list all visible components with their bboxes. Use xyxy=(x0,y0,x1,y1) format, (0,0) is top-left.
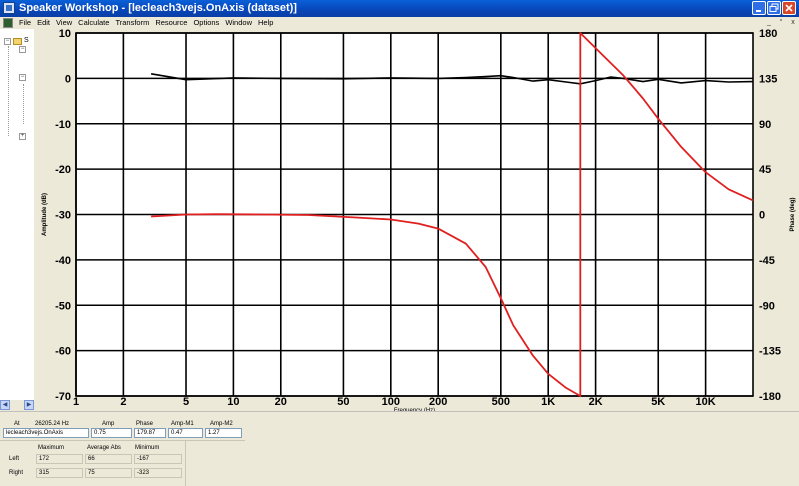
mdi-minimize-button[interactable]: _ xyxy=(764,18,774,27)
folder-icon xyxy=(13,38,22,45)
y-left-tick-label: 10 xyxy=(59,29,71,40)
menu-view[interactable]: View xyxy=(53,17,75,29)
col-average-abs: Average Abs xyxy=(87,445,121,451)
title-bar: Speaker Workshop - [lecleach3vejs.OnAxis… xyxy=(0,0,799,17)
y-right-tick-label: -135 xyxy=(759,346,781,358)
row-label-right: Right xyxy=(9,470,24,476)
left-average: 66 xyxy=(85,454,132,464)
y-right-tick-label: 180 xyxy=(759,29,777,40)
menu-edit[interactable]: Edit xyxy=(34,17,53,29)
phase-value: 179.87 xyxy=(134,428,166,438)
menu-calculate[interactable]: Calculate xyxy=(75,17,112,29)
restore-icon xyxy=(769,3,779,12)
y-left-tick-label: 0 xyxy=(65,73,71,85)
x-tick-label: 200 xyxy=(429,396,447,408)
y-left-tick-label: -60 xyxy=(55,346,71,358)
menu-window[interactable]: Window xyxy=(222,17,255,29)
minimize-icon xyxy=(756,10,761,12)
y-left-tick-label: -30 xyxy=(55,210,71,222)
right-average: 75 xyxy=(85,468,132,478)
close-icon xyxy=(785,4,793,12)
amp-value: 0.75 xyxy=(91,428,132,438)
y-right-tick-label: 0 xyxy=(759,210,765,222)
y-left-axis-label: Amplitude (dB) xyxy=(42,193,48,236)
y-right-tick-label: -180 xyxy=(759,391,781,403)
y-left-tick-label: -50 xyxy=(55,300,71,312)
y-right-axis-label: Phase (deg) xyxy=(790,197,796,231)
col-minimum: Minimum xyxy=(135,445,160,451)
tree-line xyxy=(8,46,9,136)
y-left-tick-label: -20 xyxy=(55,164,71,176)
menu-file[interactable]: File xyxy=(16,17,34,29)
x-tick-label: 10 xyxy=(227,396,239,408)
menu-transform[interactable]: Transform xyxy=(112,17,152,29)
scroll-right-icon[interactable]: ▶ xyxy=(24,400,34,410)
divider xyxy=(0,440,245,441)
document-icon[interactable] xyxy=(3,18,13,28)
right-minimum: -323 xyxy=(134,468,182,478)
menu-resource[interactable]: Resource xyxy=(152,17,190,29)
mdi-restore-button[interactable]: ° xyxy=(776,18,786,27)
y-right-tick-label: 45 xyxy=(759,164,771,176)
close-button[interactable] xyxy=(782,1,796,15)
tree-expander[interactable]: − xyxy=(19,74,26,81)
menu-help[interactable]: Help xyxy=(255,17,276,29)
chart-svg[interactable]: 1 2 5 10 20 50 100 200 500 1K 2K 5K 10K100-10-20-30-… xyxy=(36,29,799,412)
app-icon[interactable] xyxy=(3,2,15,14)
row-label-left: Left xyxy=(9,456,20,462)
amp-m2-value: 1.27 xyxy=(205,428,242,438)
x-tick-label: 10K xyxy=(696,396,716,408)
frequency-response-chart[interactable]: 1 2 5 10 20 50 100 200 500 1K 2K 5K 10K 10 0 -10 -20 -30-… xyxy=(36,29,799,412)
menu-bar: File Edit View Calculate Transform Resou… xyxy=(0,17,799,29)
x-tick-label: 2 xyxy=(120,396,126,408)
y-left-tick-label: -70 xyxy=(55,391,71,403)
tree-expander[interactable]: − xyxy=(19,46,26,53)
dataset-name: lecleach3vejs.OnAxis xyxy=(3,428,89,438)
y-left-tick-label: -40 xyxy=(55,255,71,267)
x-tick-label: 5 xyxy=(183,396,189,408)
y-right-tick-label: -45 xyxy=(759,255,775,267)
x-tick-label: 2K xyxy=(589,396,603,408)
x-tick-label: 5K xyxy=(651,396,665,408)
amp-m1-value: 0.47 xyxy=(168,428,203,438)
dataset-tree: − S − − + xyxy=(0,29,35,409)
y-right-tick-label: 90 xyxy=(759,119,771,131)
x-tick-label: 20 xyxy=(275,396,287,408)
tree-expander[interactable]: − xyxy=(4,38,11,45)
window-title: Speaker Workshop - [lecleach3vejs.OnAxis… xyxy=(19,2,297,14)
left-minimum: -167 xyxy=(134,454,182,464)
x-tick-label: 500 xyxy=(492,396,510,408)
y-left-tick-label: -10 xyxy=(55,119,71,131)
tree-horizontal-scrollbar[interactable]: ◀ ▶ xyxy=(0,400,36,410)
x-tick-label: 50 xyxy=(337,396,349,408)
divider xyxy=(185,440,186,486)
tree-line xyxy=(23,84,24,124)
right-maximum: 315 xyxy=(36,468,83,478)
y-right-tick-label: 135 xyxy=(759,73,777,85)
x-tick-label: 100 xyxy=(382,396,400,408)
left-maximum: 172 xyxy=(36,454,83,464)
tree-expander[interactable]: + xyxy=(19,133,26,140)
mdi-close-button[interactable]: x xyxy=(788,18,798,27)
restore-button[interactable] xyxy=(767,1,781,15)
tree-root-label[interactable]: S xyxy=(24,37,29,44)
minimize-button[interactable] xyxy=(752,1,766,15)
x-tick-label: 1 xyxy=(73,396,79,408)
readout-panel: At 26205.24 Hz Amp Phase Amp-M1 Amp-M2 l… xyxy=(0,411,799,486)
x-tick-label: 1K xyxy=(541,396,555,408)
menu-options[interactable]: Options xyxy=(190,17,222,29)
col-maximum: Maximum xyxy=(38,445,65,451)
scroll-left-icon[interactable]: ◀ xyxy=(0,400,10,410)
y-right-tick-label: -90 xyxy=(759,300,775,312)
